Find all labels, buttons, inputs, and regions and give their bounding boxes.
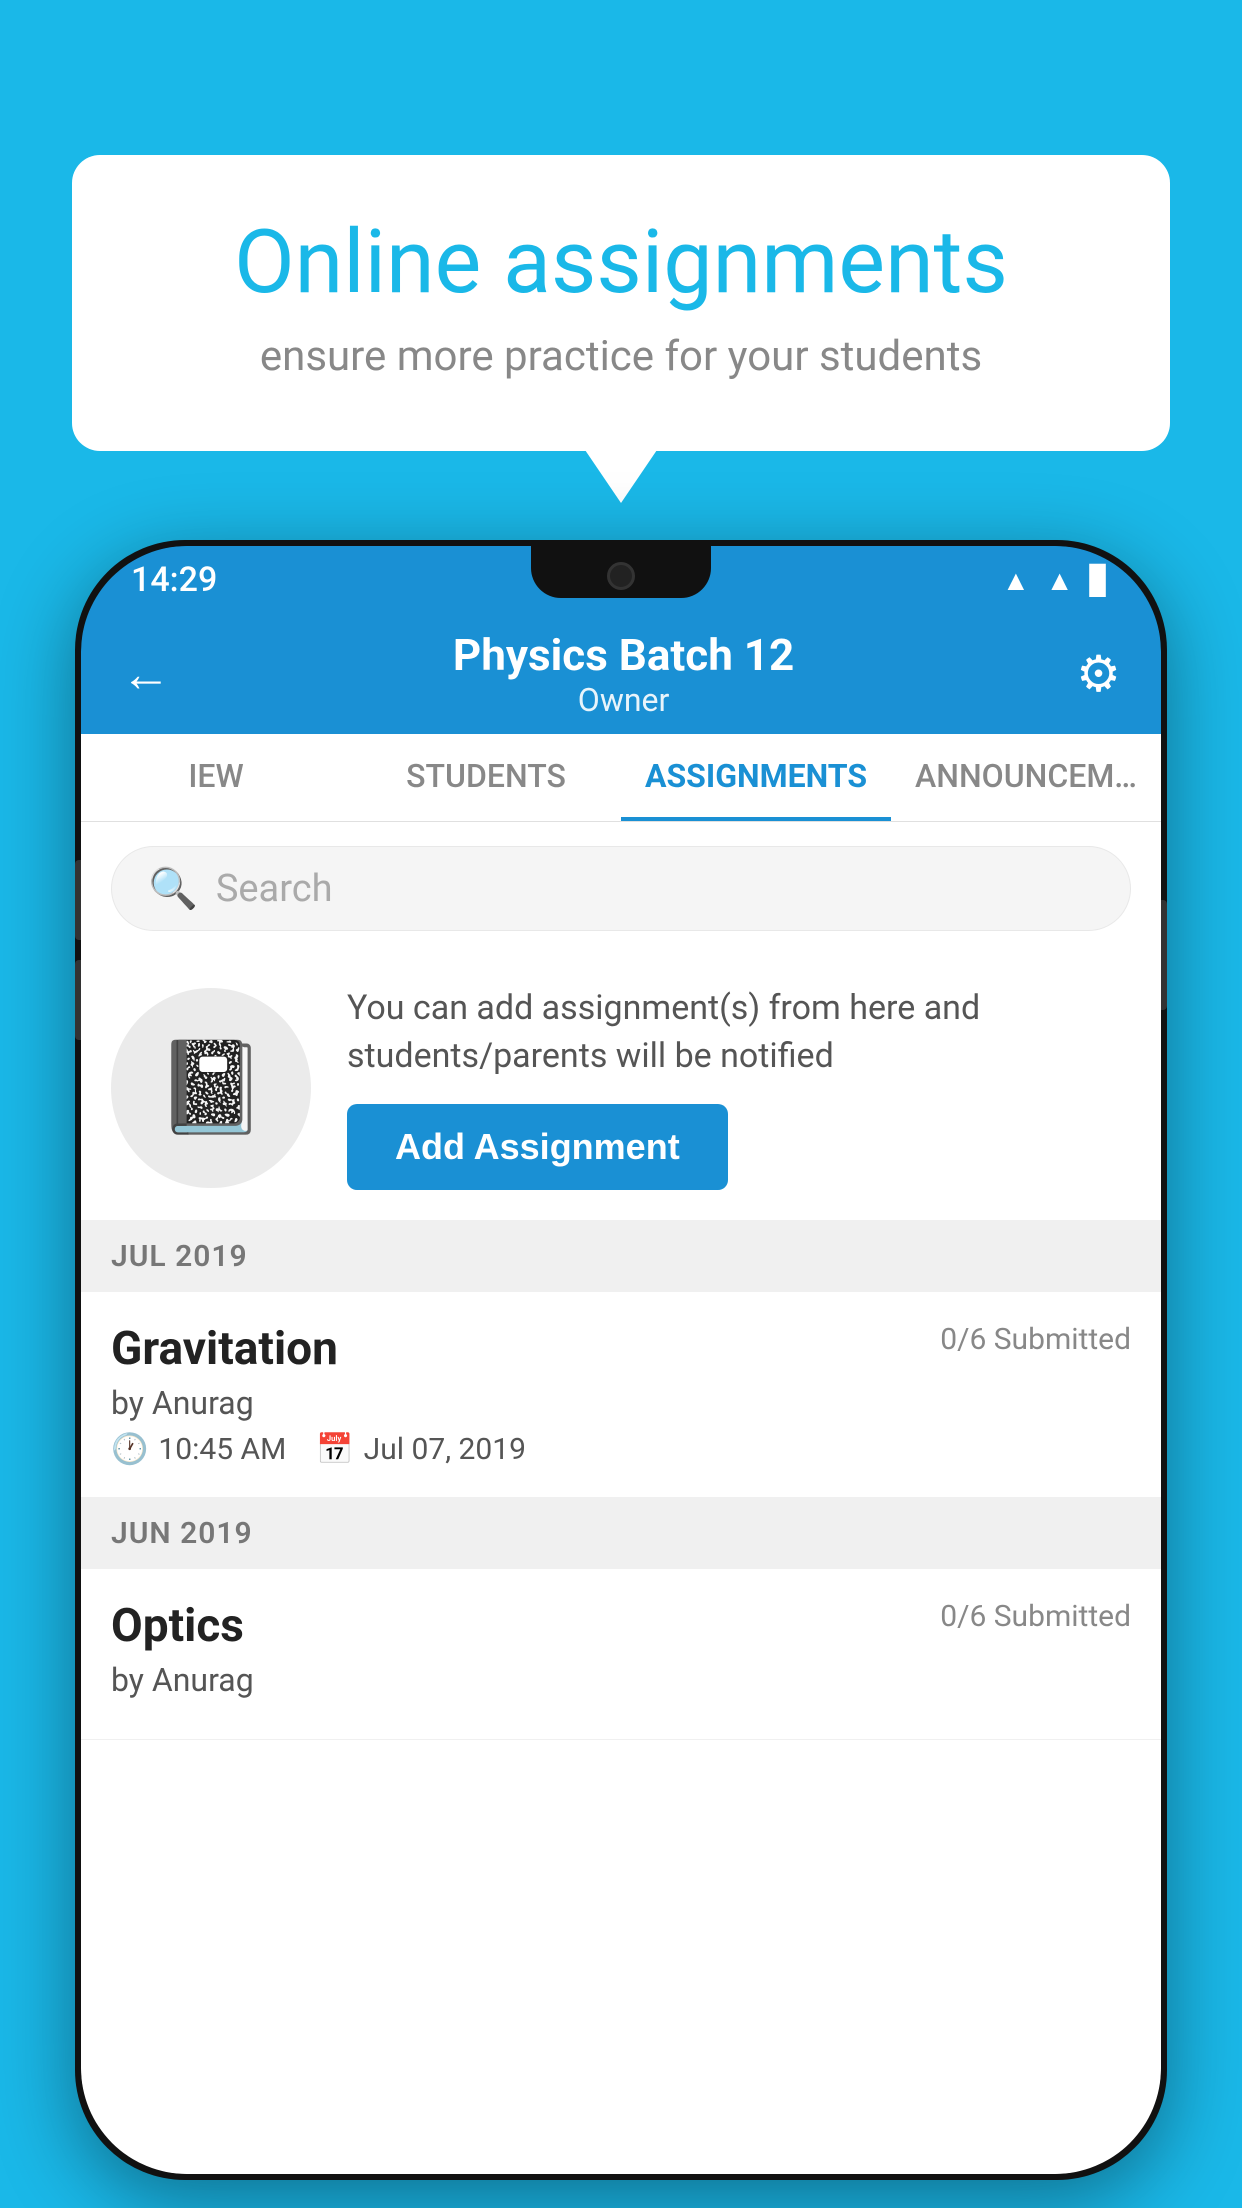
app-header: ← Physics Batch 12 Owner ⚙: [81, 614, 1161, 734]
tabs-bar: IEW STUDENTS ASSIGNMENTS ANNOUNCEM…: [81, 734, 1161, 822]
tab-assignments[interactable]: ASSIGNMENTS: [621, 734, 891, 821]
clock-icon: 🕐: [111, 1432, 148, 1467]
assignment-name-optics: Optics: [111, 1599, 244, 1653]
front-camera: [607, 562, 635, 590]
assignment-author-optics: by Anurag: [111, 1661, 1131, 1699]
back-button[interactable]: ←: [121, 645, 171, 704]
settings-icon[interactable]: ⚙: [1076, 645, 1121, 704]
tab-announcements[interactable]: ANNOUNCEM…: [891, 734, 1161, 821]
promo-text: You can add assignment(s) from here and …: [347, 985, 1131, 1190]
header-center: Physics Batch 12 Owner: [453, 629, 794, 719]
search-bar[interactable]: 🔍 Search: [111, 846, 1131, 931]
assignment-top: Gravitation 0/6 Submitted: [111, 1322, 1131, 1376]
month-header-jul: JUL 2019: [81, 1221, 1161, 1292]
assignment-name: Gravitation: [111, 1322, 338, 1376]
assignment-author: by Anurag: [111, 1384, 1131, 1422]
wifi-icon: ▲: [1002, 564, 1030, 597]
month-header-jun: JUN 2019: [81, 1498, 1161, 1569]
search-input[interactable]: Search: [216, 867, 333, 911]
status-time: 14:29: [131, 560, 217, 600]
assignment-submitted: 0/6 Submitted: [940, 1322, 1131, 1357]
battery-icon: ▊: [1089, 564, 1111, 597]
assignment-submitted-optics: 0/6 Submitted: [940, 1599, 1131, 1634]
status-bar: 14:29 ▲ ▲ ▊: [81, 546, 1161, 614]
signal-icon: ▲: [1046, 564, 1074, 597]
time-value: 10:45 AM: [158, 1432, 286, 1467]
bubble-title: Online assignments: [152, 215, 1090, 312]
assignment-date: 📅 Jul 07, 2019: [316, 1432, 526, 1467]
screen: 14:29 ▲ ▲ ▊ ← Physics Batch 12 Owner ⚙: [81, 546, 1161, 2174]
assignment-item-optics[interactable]: Optics 0/6 Submitted by Anurag: [81, 1569, 1161, 1740]
promo-section: 📓 You can add assignment(s) from here an…: [81, 955, 1161, 1221]
add-assignment-button[interactable]: Add Assignment: [347, 1104, 728, 1190]
calendar-icon: 📅: [316, 1432, 353, 1467]
date-value: Jul 07, 2019: [364, 1432, 526, 1467]
notebook-icon: 📓: [155, 1035, 267, 1140]
status-icons: ▲ ▲ ▊: [1002, 564, 1111, 597]
promo-description: You can add assignment(s) from here and …: [347, 985, 1131, 1080]
notch: [531, 546, 711, 598]
content-area: 🔍 Search 📓 You can add assignment(s) fro…: [81, 822, 1161, 2174]
assignment-meta: 🕐 10:45 AM 📅 Jul 07, 2019: [111, 1432, 1131, 1467]
speech-bubble: Online assignments ensure more practice …: [72, 155, 1170, 451]
header-subtitle: Owner: [453, 681, 794, 719]
bubble-subtitle: ensure more practice for your students: [152, 332, 1090, 381]
phone-inner: 14:29 ▲ ▲ ▊ ← Physics Batch 12 Owner ⚙: [81, 546, 1161, 2174]
assignment-time: 🕐 10:45 AM: [111, 1432, 286, 1467]
phone-frame: 14:29 ▲ ▲ ▊ ← Physics Batch 12 Owner ⚙: [75, 540, 1167, 2180]
tab-students[interactable]: STUDENTS: [351, 734, 621, 821]
tab-iew[interactable]: IEW: [81, 734, 351, 821]
search-icon: 🔍: [148, 865, 198, 912]
assignment-top-optics: Optics 0/6 Submitted: [111, 1599, 1131, 1653]
promo-icon-circle: 📓: [111, 988, 311, 1188]
header-title: Physics Batch 12: [453, 629, 794, 681]
assignment-item-gravitation[interactable]: Gravitation 0/6 Submitted by Anurag 🕐 10…: [81, 1292, 1161, 1498]
